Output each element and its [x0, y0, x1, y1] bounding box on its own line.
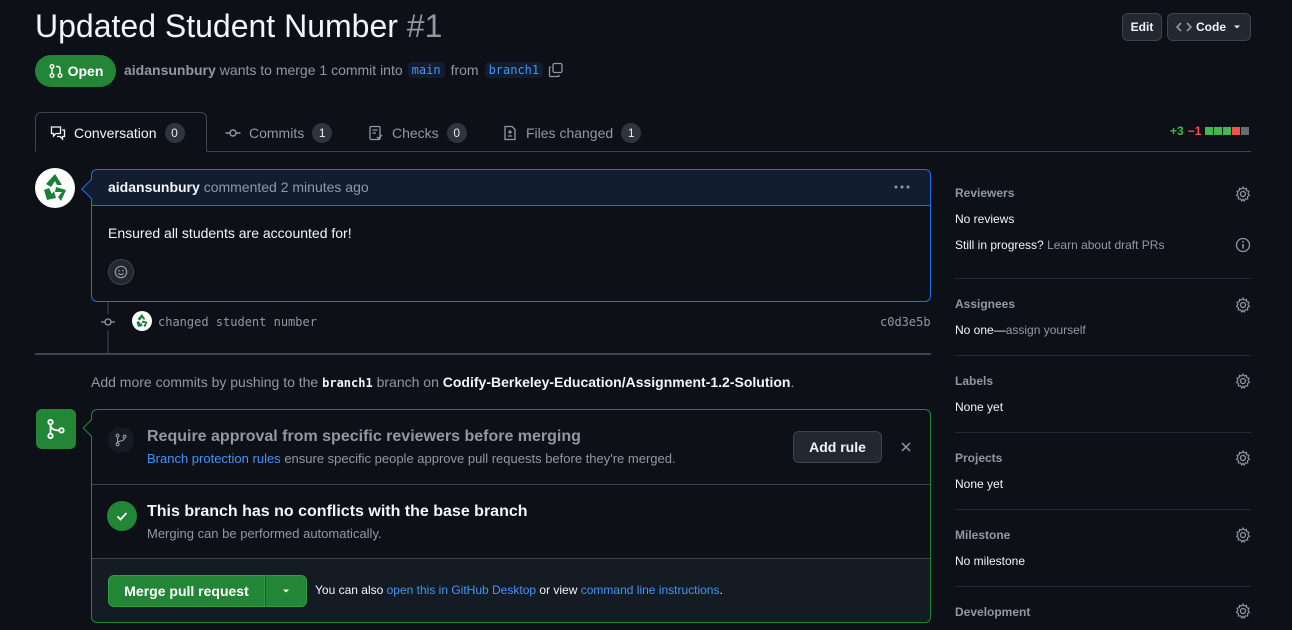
smiley-icon [114, 265, 128, 279]
add-reaction-button[interactable] [108, 259, 134, 285]
draft-note: Still in progress? Learn about draft PRs [955, 238, 1165, 252]
merge-summary: aidansunbury wants to merge 1 commit int… [124, 62, 564, 78]
close-icon[interactable] [898, 439, 914, 455]
commit-avatar[interactable] [132, 311, 152, 331]
merge-alternatives: You can also open this in GitHub Desktop… [315, 583, 723, 597]
commit-sha[interactable]: c0d3e5b [880, 315, 931, 329]
tab-files-changed[interactable]: Files changed 1 [502, 113, 642, 153]
gear-icon[interactable] [1235, 450, 1251, 466]
pr-number: #1 [406, 8, 443, 44]
add-rule-button[interactable]: Add rule [793, 431, 882, 463]
commit-icon [225, 129, 241, 137]
timeline-divider [35, 353, 931, 355]
comment-author[interactable]: aidansunbury [108, 179, 200, 195]
git-branch-icon [115, 433, 127, 447]
diffstat: +3 −1 [1170, 124, 1250, 138]
gear-icon[interactable] [1235, 527, 1251, 543]
chevron-down-icon [1234, 25, 1240, 29]
comment-timestamp[interactable]: commented 2 minutes ago [204, 179, 369, 195]
merge-box-divider [92, 484, 930, 485]
branch-icon-wrap [108, 427, 134, 453]
head-branch[interactable]: branch1 [484, 62, 544, 78]
development-title[interactable]: Development [955, 605, 1030, 619]
file-diff-icon [504, 125, 516, 141]
projects-title[interactable]: Projects [955, 451, 1002, 465]
gear-icon[interactable] [1235, 186, 1251, 202]
protection-title: Require approval from specific reviewers… [147, 428, 581, 445]
assign-yourself-link[interactable]: assign yourself [1006, 323, 1086, 337]
merge-status-icon [36, 409, 76, 449]
reviewers-value: No reviews [955, 212, 1015, 226]
commit-message[interactable]: changed student number [158, 315, 317, 329]
commit-node [100, 314, 116, 330]
conflict-title: This branch has no conflicts with the ba… [147, 503, 528, 520]
sidebar-divider [955, 355, 1251, 356]
recycle-avatar-icon [44, 174, 66, 201]
push-branch: branch1 [322, 376, 373, 390]
pr-title: Updated Student Number [35, 8, 398, 44]
merge-pull-request-button[interactable]: Merge pull request [108, 575, 265, 607]
git-merge-icon [47, 419, 65, 439]
branch-protection-link[interactable]: Branch protection rules [147, 451, 281, 466]
page-title: Updated Student Number #1 [35, 8, 442, 45]
command-line-link[interactable]: command line instructions [581, 583, 720, 597]
assignees-title[interactable]: Assignees [955, 297, 1015, 311]
status-badge: Open [35, 55, 116, 87]
milestone-value: No milestone [955, 554, 1026, 568]
recycle-avatar-icon [136, 314, 148, 328]
base-branch[interactable]: main [407, 62, 445, 78]
gear-icon[interactable] [1235, 297, 1251, 313]
code-icon [1176, 22, 1192, 32]
sidebar-divider [955, 278, 1251, 279]
code-button[interactable]: Code [1167, 13, 1251, 41]
labels-value: None yet [955, 400, 1004, 414]
tab-checks[interactable]: Checks 0 [368, 113, 467, 153]
chevron-down-icon [283, 589, 289, 593]
sidebar-divider [955, 432, 1251, 433]
edit-button[interactable]: Edit [1122, 13, 1162, 41]
sidebar-divider [955, 586, 1251, 587]
deletions-count: −1 [1187, 124, 1202, 138]
projects-value: None yet [955, 477, 1004, 491]
checklist-icon [369, 125, 383, 141]
assignees-value: No one—assign yourself [955, 323, 1086, 337]
info-icon[interactable] [1235, 237, 1251, 253]
additions-count: +3 [1170, 124, 1184, 138]
conflict-subtitle: Merging can be performed automatically. [147, 526, 382, 541]
diffstat-bar [1205, 127, 1250, 135]
copy-icon[interactable] [548, 62, 564, 78]
push-note: Add more commits by pushing to the branc… [91, 374, 795, 390]
github-desktop-link[interactable]: open this in GitHub Desktop [387, 583, 536, 597]
more-options-icon[interactable] [893, 178, 911, 196]
tabs-divider [35, 151, 1251, 152]
comment-meta: aidansunbury commented 2 minutes ago [108, 179, 369, 195]
gear-icon[interactable] [1235, 373, 1251, 389]
milestone-title[interactable]: Milestone [955, 528, 1010, 542]
labels-title[interactable]: Labels [955, 374, 993, 388]
tab-commits[interactable]: Commits 1 [225, 113, 333, 153]
draft-prs-link[interactable]: Learn about draft PRs [1047, 238, 1164, 252]
reviewers-title[interactable]: Reviewers [955, 186, 1014, 200]
comment-body: Ensured all students are accounted for! [108, 225, 352, 241]
pull-request-icon [49, 64, 63, 78]
gear-icon[interactable] [1235, 603, 1251, 619]
author-link[interactable]: aidansunbury [124, 62, 216, 78]
tab-conversation[interactable]: Conversation 0 [50, 113, 185, 153]
merge-options-dropdown[interactable] [265, 575, 307, 607]
check-circle-icon [107, 501, 137, 531]
commit-icon [101, 318, 115, 326]
sidebar-divider [955, 509, 1251, 510]
avatar[interactable] [35, 168, 75, 208]
comment-discussion-icon [50, 126, 66, 141]
repo-name: Codify-Berkeley-Education/Assignment-1.2… [442, 374, 791, 390]
protection-desc: Branch protection rules ensure specific … [147, 451, 676, 466]
